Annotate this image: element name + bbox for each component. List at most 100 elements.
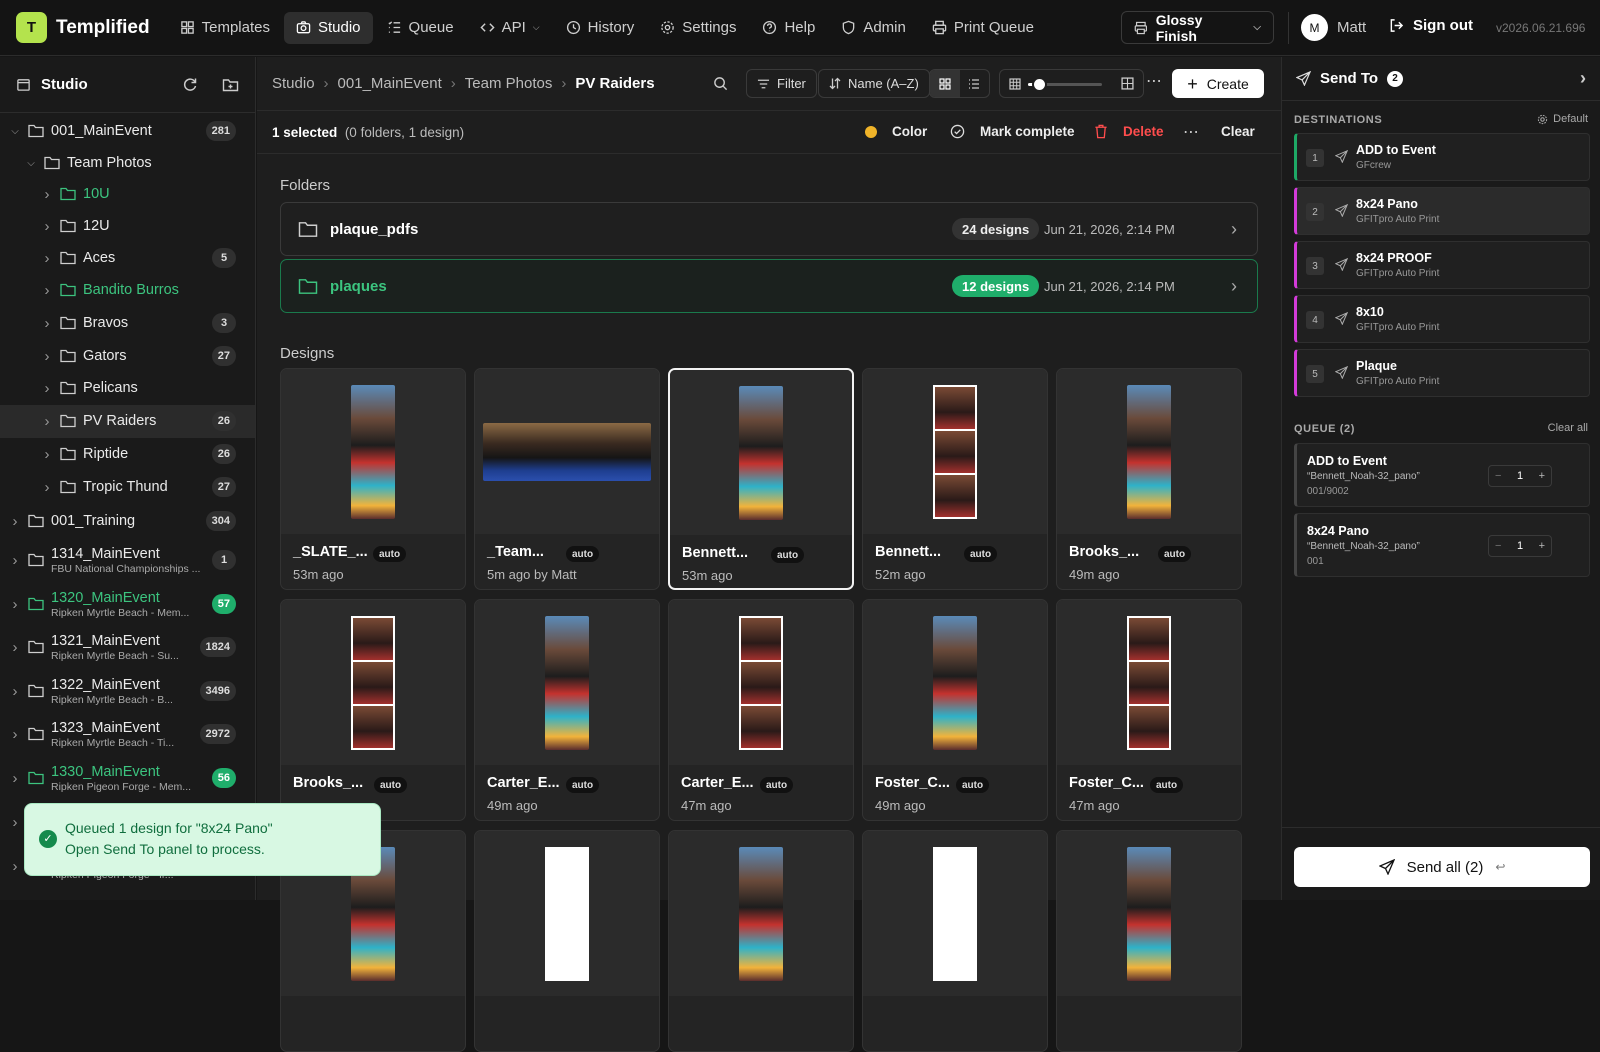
nav-templates[interactable]: Templates [168,12,282,44]
chevron-right-icon[interactable]: › [8,814,22,831]
tree-item[interactable]: › Riptide 26 [0,439,255,469]
design-card[interactable]: _Team... auto 5m ago by Matt [474,368,660,590]
tree-item[interactable]: › 1330_MainEvent Ripken Pigeon Forge - Mem… [0,758,255,798]
chevron-right-icon[interactable]: › [40,186,54,203]
tree-item[interactable]: › 1321_MainEvent Ripken Myrtle Beach - Su.… [0,627,255,667]
plus-button[interactable]: + [1539,470,1545,482]
design-card[interactable] [862,830,1048,1052]
destination-item[interactable]: 4 8x10 GFITpro Auto Print [1294,295,1590,343]
chevron-right-icon[interactable]: › [40,446,54,463]
new-folder-icon[interactable] [222,77,239,93]
chevron-down-icon[interactable]: ⌵ [8,126,22,137]
chevron-right-icon[interactable]: › [40,250,54,267]
tree-item[interactable]: › 10U [0,179,255,209]
design-card[interactable]: Brooks_... auto [280,599,466,821]
chevron-right-icon[interactable]: › [8,770,22,787]
chevron-right-icon[interactable]: › [40,380,54,397]
create-button[interactable]: + Create [1172,69,1264,98]
nav-print-queue[interactable]: Print Queue [920,12,1046,44]
breadcrumb-item[interactable]: Team Photos [465,75,553,92]
design-card[interactable] [474,830,660,1052]
folder-row[interactable]: plaques 12 designs Jun 21, 2026, 2:14 PM › [280,259,1258,313]
chevron-right-icon[interactable]: › [8,513,22,530]
chevron-right-icon[interactable]: › [40,218,54,235]
nav-history[interactable]: History [554,12,647,44]
tree-item[interactable]: › Pelicans [0,373,255,403]
design-card[interactable]: _SLATE_... auto 53m ago [280,368,466,590]
chevron-down-icon[interactable]: ⌵ [24,158,38,169]
design-card[interactable]: Bennett... auto 52m ago [862,368,1048,590]
refresh-icon[interactable] [182,77,198,93]
breadcrumb-item[interactable]: 001_MainEvent [338,75,442,92]
nav-settings[interactable]: Settings [648,12,748,44]
nav-api[interactable]: API ⌵ [468,12,552,44]
search-icon[interactable] [713,76,728,91]
send-all-button[interactable]: Send all (2) ↩ [1294,847,1590,887]
destination-item[interactable]: 3 8x24 PROOF GFITpro Auto Print [1294,241,1590,289]
chevron-right-icon[interactable]: › [8,639,22,656]
tree-item[interactable]: › Gators 27 [0,341,255,371]
tree-item[interactable]: ⌵ 001_MainEvent 281 [0,116,255,146]
chevron-right-icon[interactable]: › [40,413,54,430]
sort-button[interactable]: Name (A–Z) [818,69,930,98]
delete-button[interactable]: Delete [1094,124,1164,139]
tree-item[interactable]: › Tropic Thund 27 [0,472,255,502]
chevron-right-icon[interactable]: › [8,683,22,700]
chevron-right-icon[interactable]: › [8,552,22,569]
user-menu[interactable]: M Matt [1301,14,1366,41]
minus-button[interactable]: − [1495,470,1501,482]
tree-item[interactable]: › Aces 5 [0,243,255,273]
default-button[interactable]: Default [1537,113,1588,125]
tree-item[interactable]: › Bandito Burros [0,275,255,305]
grid-view-button[interactable] [930,70,960,97]
chevron-right-icon[interactable]: › [40,479,54,496]
chevron-right-icon[interactable]: › [8,596,22,613]
nav-studio[interactable]: Studio [283,11,373,44]
tree-item[interactable]: › 1322_MainEvent Ripken Myrtle Beach - B..… [0,671,255,711]
color-button[interactable]: Color [865,124,927,139]
design-card[interactable]: Carter_E... auto 47m ago [668,599,854,821]
list-view-button[interactable] [960,70,990,97]
nav-help[interactable]: Help [750,12,827,44]
design-card[interactable]: Bennett... auto 53m ago [668,368,854,590]
minus-button[interactable]: − [1495,540,1501,552]
breadcrumb-item[interactable]: Studio [272,75,315,92]
zoom-slider[interactable] [1028,77,1102,92]
more-options-icon[interactable]: ⋯ [1146,71,1163,91]
nav-admin[interactable]: Admin [829,12,918,44]
tree-item[interactable]: ⌵ Team Photos [0,148,255,178]
sign-out-button[interactable]: Sign out [1389,17,1473,34]
folder-row[interactable]: plaque_pdfs 24 designs Jun 21, 2026, 2:14 … [280,202,1258,256]
clear-all-button[interactable]: Clear all [1548,422,1588,434]
logo[interactable]: T Templified [16,12,150,43]
chevron-right-icon[interactable]: › [40,315,54,332]
destination-item[interactable]: 1 ADD to Event GFcrew [1294,133,1590,181]
design-card[interactable] [1056,830,1242,1052]
selection-more-icon[interactable]: ⋯ [1183,122,1199,142]
nav-queue[interactable]: Queue [375,12,466,44]
toast-notification[interactable]: ✓ Queued 1 design for "8x24 Pano" Open S… [24,803,381,876]
zoom-slider-thumb[interactable] [1032,77,1048,92]
chevron-right-icon[interactable]: › [8,726,22,743]
destination-item[interactable]: 2 8x24 Pano GFITpro Auto Print [1294,187,1590,235]
mark-complete-button[interactable]: Mark complete [950,124,1075,139]
tree-item[interactable]: › Bravos 3 [0,308,255,338]
clear-button[interactable]: Clear [1221,124,1255,139]
design-card[interactable]: Brooks_... auto 49m ago [1056,368,1242,590]
chevron-right-icon[interactable]: › [40,348,54,365]
plus-button[interactable]: + [1539,540,1545,552]
chevron-right-icon[interactable]: › [40,282,54,299]
tree-item[interactable]: › 001_Training 304 [0,506,255,536]
tree-item[interactable]: › 1314_MainEvent FBU National Championship… [0,540,255,580]
destination-item[interactable]: 5 Plaque GFITpro Auto Print [1294,349,1590,397]
filter-button[interactable]: Filter [746,69,817,98]
design-card[interactable]: Carter_E... auto 49m ago [474,599,660,821]
tree-item[interactable]: › 1323_MainEvent Ripken Myrtle Beach - Ti.… [0,714,255,754]
tree-item[interactable]: › 1320_MainEvent Ripken Myrtle Beach - Mem… [0,584,255,624]
chevron-right-icon[interactable]: › [1580,68,1586,89]
design-card[interactable]: Foster_C... auto 47m ago [1056,599,1242,821]
tree-item[interactable]: › PV Raiders 26 [0,404,255,438]
tree-item[interactable]: › 12U [0,211,255,241]
design-card[interactable]: Foster_C... auto 49m ago [862,599,1048,821]
finish-select[interactable]: Glossy Finish ⌵ [1121,11,1274,44]
